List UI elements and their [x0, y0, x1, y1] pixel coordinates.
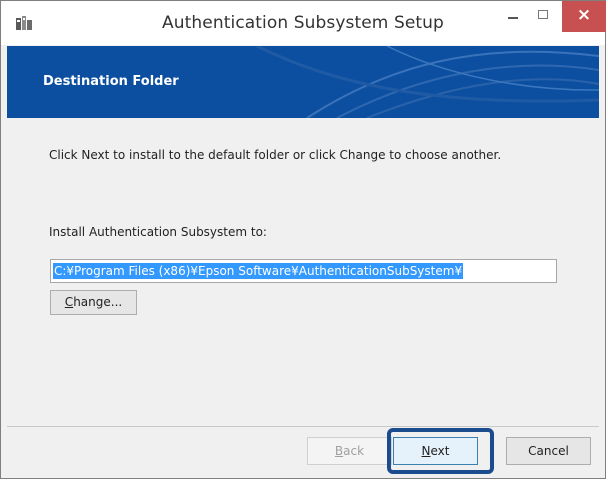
cancel-button[interactable]: Cancel	[506, 437, 591, 465]
back-button-label: ack	[343, 444, 365, 458]
back-button-accel: B	[334, 444, 344, 458]
setup-window: Authentication Subsystem Setup × Destina…	[0, 0, 606, 479]
change-button-accel: C	[64, 295, 74, 309]
dialog-content: Click Next to install to the default fol…	[7, 118, 599, 425]
header-banner: Destination Folder	[7, 46, 599, 118]
banner-title: Destination Folder	[43, 74, 179, 89]
maximize-button[interactable]	[529, 1, 561, 31]
close-icon: ×	[576, 5, 592, 25]
back-button[interactable]: Back	[307, 437, 392, 465]
install-path-field[interactable]: C:¥Program Files (x86)¥Epson Software¥Au…	[50, 259, 557, 283]
install-location-label: Install Authentication Subsystem to:	[49, 225, 267, 239]
change-button-label: hange...	[73, 295, 123, 309]
instruction-text: Click Next to install to the default fol…	[49, 148, 502, 162]
minimize-button[interactable]	[499, 1, 529, 31]
change-button[interactable]: Change...	[50, 290, 137, 315]
close-button[interactable]: ×	[562, 1, 606, 32]
footer-separator	[7, 426, 599, 427]
install-path-selected-text: C:¥Program Files (x86)¥Epson Software¥Au…	[53, 263, 464, 279]
next-button-highlight-frame	[387, 428, 494, 474]
title-bar: Authentication Subsystem Setup ×	[1, 1, 606, 45]
